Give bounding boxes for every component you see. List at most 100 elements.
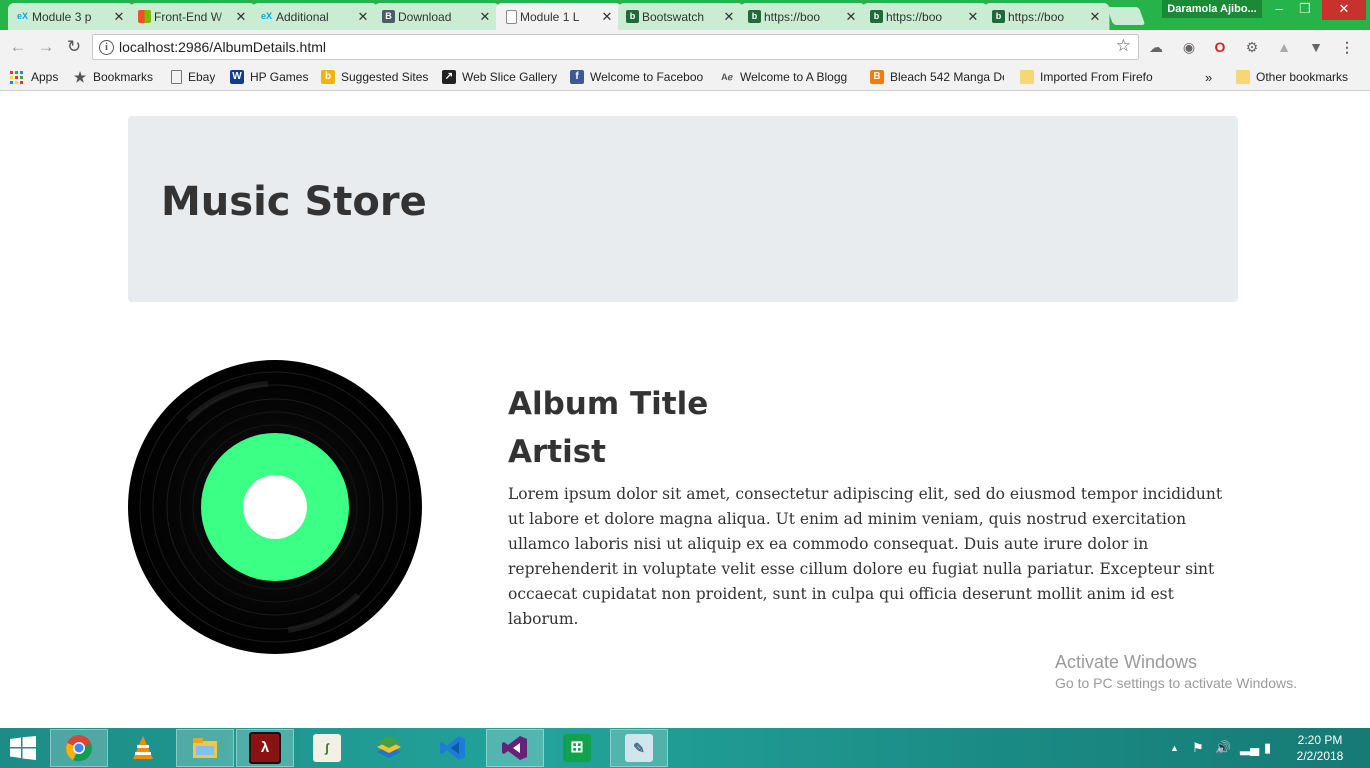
bookmarks-bar: Apps ★ Bookmarks Ebay W HP Games b Sugge… [0,64,1370,91]
close-tab-icon[interactable]: ✕ [357,9,369,25]
bookmark-suggested-sites[interactable]: b Suggested Sites [321,68,428,86]
bookmark-bleach[interactable]: B Bleach 542 Manga Do [870,68,1004,86]
browser-tab-active[interactable]: Module 1 L ✕ [496,3,622,30]
taskbar-notepad[interactable]: ∫ [298,729,356,767]
browser-tab-strip: eX Module 3 p ✕ Front-End W ✕ eX Additio… [0,0,1370,30]
taskbar-acrobat[interactable]: λ [236,729,294,767]
windows-taskbar: λ ∫ ⊞ ✎ ▲ ⚑ 🔊 ▂▄ ▮ 2:20 PM 2/2/2018 [0,728,1370,768]
taskbar-vscode[interactable] [424,729,482,767]
close-tab-icon[interactable]: ✕ [113,9,125,25]
bookmark-label: Other bookmarks [1256,70,1349,84]
show-hidden-icons-icon[interactable]: ▲ [1170,728,1179,768]
power-icon[interactable]: ▮ [1264,728,1271,768]
taskbar-store[interactable]: ⊞ [548,729,606,767]
close-tab-icon[interactable]: ✕ [601,9,613,25]
close-tab-icon[interactable]: ✕ [235,9,247,25]
notes-icon: ✎ [625,734,653,762]
bing-icon: b [321,70,335,84]
url-text[interactable]: localhost:2986/AlbumDetails.html [119,39,326,55]
taskbar-visual-studio[interactable] [486,729,544,767]
album-title: Album Title [508,386,709,422]
address-bar[interactable]: i localhost:2986/AlbumDetails.html ☆ [92,34,1139,60]
taskbar-file-explorer[interactable] [176,729,234,767]
forward-icon[interactable]: → [35,37,57,57]
taskbar-chrome[interactable] [50,729,108,767]
restore-icon[interactable]: ❐ [1292,0,1318,20]
browser-tab[interactable]: b https://boo ✕ [984,3,1110,30]
bootswatch-icon: b [870,10,883,23]
store-icon: ⊞ [563,734,591,762]
opera-icon[interactable]: O [1211,38,1229,56]
bookmarks-overflow-button[interactable]: » [1205,68,1212,86]
bookmark-star-icon[interactable]: ☆ [1116,36,1131,56]
extension-cloud-icon[interactable]: ☁ [1147,38,1165,56]
windows-start-icon[interactable] [10,736,36,760]
extension-gear-icon[interactable]: ⚙ [1243,38,1261,56]
bootswatch-icon: b [626,10,639,23]
back-icon[interactable]: ← [7,37,29,57]
jumbotron-header: Music Store [128,116,1238,302]
bookmark-apps[interactable]: Apps [10,68,58,86]
clock-date: 2/2/2018 [1296,749,1344,763]
other-bookmarks[interactable]: Other bookmarks [1236,68,1348,86]
pocket-icon[interactable]: ▼ [1307,38,1325,56]
site-title: Music Store [161,179,427,225]
network-icon[interactable]: ▂▄ [1240,728,1259,768]
browser-tab[interactable]: b Bootswatch ✕ [618,3,744,30]
site-info-icon[interactable]: i [99,40,114,55]
browser-tab[interactable]: B Download ✕ [374,3,500,30]
page-icon [171,70,182,84]
system-clock[interactable]: 2:20 PM 2/2/2018 [1290,732,1350,764]
taskbar-vlc[interactable] [114,729,172,767]
close-tab-icon[interactable]: ✕ [967,9,979,25]
bookmark-ebay[interactable]: Ebay [171,68,215,86]
tab-title: https://boo [1008,9,1065,24]
volume-icon[interactable]: 🔊 [1215,728,1231,768]
close-tab-icon[interactable]: ✕ [723,9,735,25]
acrobat-extension-icon[interactable]: ▲ [1275,38,1293,56]
file-explorer-icon [193,738,217,758]
tab-title: Bootswatch [642,9,705,24]
bookmark-hp-games[interactable]: W HP Games [230,68,308,86]
browser-tab[interactable]: eX Module 3 p ✕ [8,3,134,30]
close-tab-icon[interactable]: ✕ [1089,9,1101,25]
menu-icon[interactable]: ⋮ [1338,38,1356,56]
browser-tab[interactable]: b https://boo ✕ [862,3,988,30]
taskbar-bluestacks[interactable] [360,729,418,767]
taskbar-notes[interactable]: ✎ [610,729,668,767]
bookmark-imported-folder[interactable]: Imported From Firefo [1020,68,1153,86]
watermark-title: Activate Windows [1055,652,1198,672]
album-artist: Artist [508,434,606,470]
folder-icon [1020,70,1034,84]
blog-icon: Aℯ [721,72,733,82]
bluestacks-icon [377,736,401,758]
browser-tab[interactable]: b https://boo ✕ [740,3,866,30]
tab-title: Front-End W [154,9,223,24]
chrome-icon [66,735,92,762]
close-tab-icon[interactable]: ✕ [845,9,857,25]
profile-button[interactable]: Daramola Ajibo... [1162,0,1262,18]
new-tab-button[interactable] [1106,7,1146,25]
close-tab-icon[interactable]: ✕ [479,9,491,25]
vinyl-record-image [128,360,422,654]
reload-icon[interactable]: ↻ [63,37,85,57]
bookmark-blog[interactable]: Aℯ Welcome to A Blogg [720,68,847,86]
notepad-icon: ∫ [313,734,341,762]
bookmark-bookmarks[interactable]: ★ Bookmarks [73,68,153,86]
browser-toolbar: ← → ↻ i localhost:2986/AlbumDetails.html… [0,30,1370,64]
bookmark-label: Suggested Sites [341,70,429,84]
minimize-icon[interactable]: – [1266,0,1292,20]
star-icon: ★ [73,69,87,85]
folder-icon [1236,70,1250,84]
close-window-icon[interactable]: ✕ [1322,0,1366,20]
bootstrap-icon: B [382,10,395,23]
bookmark-facebook[interactable]: f Welcome to Faceboo [570,68,703,86]
action-center-icon[interactable]: ⚑ [1192,728,1204,768]
vscode-icon [440,736,465,760]
hp-games-icon: W [230,70,244,84]
page-icon [506,10,517,24]
browser-tab[interactable]: Front-End W ✕ [130,3,256,30]
bookmark-web-slice-gallery[interactable]: ↗ Web Slice Gallery [442,68,557,86]
extension-bulb-icon[interactable]: ◉ [1180,38,1198,56]
browser-tab[interactable]: eX Additional ✕ [252,3,378,30]
